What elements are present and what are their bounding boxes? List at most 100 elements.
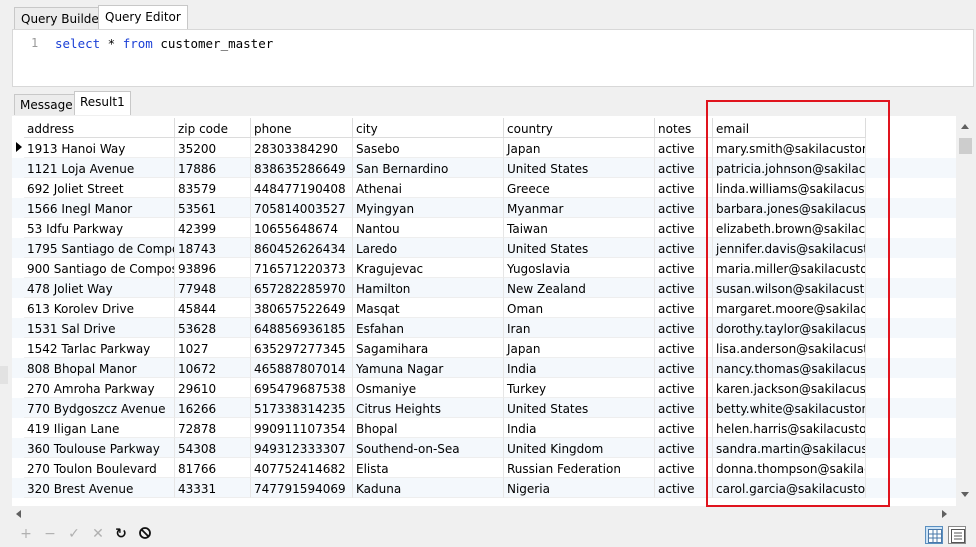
column-header-phone[interactable]: phone bbox=[251, 118, 353, 138]
cell-city[interactable]: Sasebo bbox=[353, 138, 504, 158]
table-row[interactable]: 360 Toulouse Parkway 54308 949312333307 Sou… bbox=[12, 438, 956, 458]
cell-notes[interactable]: active bbox=[655, 178, 713, 198]
column-header-zip-code[interactable]: zip code bbox=[175, 118, 251, 138]
column-header-email[interactable]: email bbox=[713, 118, 866, 138]
cell-notes[interactable]: active bbox=[655, 298, 713, 318]
cell-phone[interactable]: 648856936185 bbox=[251, 318, 353, 338]
scroll-down-arrow-icon[interactable] bbox=[961, 492, 969, 497]
cell-zip-code[interactable]: 10672 bbox=[175, 358, 251, 378]
cell-zip-code[interactable]: 53561 bbox=[175, 198, 251, 218]
cell-country[interactable]: Iran bbox=[504, 318, 655, 338]
table-row[interactable]: 1531 Sal Drive 53628 648856936185 Esfahan Ir… bbox=[12, 318, 956, 338]
cell-email[interactable]: betty.white@sakilacustomer bbox=[713, 398, 866, 418]
cell-notes[interactable]: active bbox=[655, 198, 713, 218]
cell-email[interactable]: margaret.moore@sakilacust bbox=[713, 298, 866, 318]
cell-city[interactable]: Laredo bbox=[353, 238, 504, 258]
cell-notes[interactable]: active bbox=[655, 218, 713, 238]
cell-city[interactable]: Kragujevac bbox=[353, 258, 504, 278]
cell-email[interactable]: maria.miller@sakilacustome bbox=[713, 258, 866, 278]
plus-icon[interactable]: + bbox=[18, 526, 34, 542]
cell-email[interactable]: nancy.thomas@sakilacustor bbox=[713, 358, 866, 378]
table-row[interactable]: 613 Korolev Drive 45844 380657522649 Masqat… bbox=[12, 298, 956, 318]
cell-country[interactable]: Japan bbox=[504, 338, 655, 358]
table-row[interactable]: 1542 Tarlac Parkway 1027 635297277345 Sagam… bbox=[12, 338, 956, 358]
cell-city[interactable]: Osmaniye bbox=[353, 378, 504, 398]
cell-country[interactable]: India bbox=[504, 418, 655, 438]
cell-zip-code[interactable]: 81766 bbox=[175, 458, 251, 478]
cell-country[interactable]: Greece bbox=[504, 178, 655, 198]
cell-notes[interactable]: active bbox=[655, 138, 713, 158]
form-view-icon[interactable] bbox=[948, 526, 966, 544]
cell-zip-code[interactable]: 72878 bbox=[175, 418, 251, 438]
result-grid[interactable]: address zip code phone city country note… bbox=[12, 116, 956, 506]
cell-city[interactable]: Hamilton bbox=[353, 278, 504, 298]
cell-city[interactable]: Citrus Heights bbox=[353, 398, 504, 418]
grid-view-icon[interactable] bbox=[925, 526, 943, 544]
cell-zip-code[interactable]: 53628 bbox=[175, 318, 251, 338]
cell-city[interactable]: Myingyan bbox=[353, 198, 504, 218]
cell-country[interactable]: United States bbox=[504, 398, 655, 418]
cell-phone[interactable]: 705814003527 bbox=[251, 198, 353, 218]
scroll-right-arrow-icon[interactable] bbox=[942, 510, 947, 518]
cell-zip-code[interactable]: 54308 bbox=[175, 438, 251, 458]
cell-address[interactable]: 1913 Hanoi Way bbox=[24, 138, 175, 158]
cell-email[interactable]: susan.wilson@sakilacustom bbox=[713, 278, 866, 298]
scroll-left-arrow-icon[interactable] bbox=[16, 510, 21, 518]
cell-email[interactable]: donna.thompson@sakilacus bbox=[713, 458, 866, 478]
cell-country[interactable]: Russian Federation bbox=[504, 458, 655, 478]
table-row[interactable]: 1121 Loja Avenue 17886 838635286649 San Ber… bbox=[12, 158, 956, 178]
x-icon[interactable]: ✕ bbox=[90, 526, 106, 542]
splitter-handle[interactable] bbox=[0, 366, 8, 384]
cell-phone[interactable]: 716571220373 bbox=[251, 258, 353, 278]
cell-address[interactable]: 1121 Loja Avenue bbox=[24, 158, 175, 178]
cell-email[interactable]: patricia.johnson@sakilacust bbox=[713, 158, 866, 178]
cell-email[interactable]: mary.smith@sakilacustomer bbox=[713, 138, 866, 158]
cell-address[interactable]: 53 Idfu Parkway bbox=[24, 218, 175, 238]
cell-address[interactable]: 1795 Santiago de Compostela bbox=[24, 238, 175, 258]
cell-zip-code[interactable]: 1027 bbox=[175, 338, 251, 358]
cell-country[interactable]: Turkey bbox=[504, 378, 655, 398]
table-row[interactable]: 1566 Inegl Manor 53561 705814003527 Myingya… bbox=[12, 198, 956, 218]
table-row[interactable]: 770 Bydgoszcz Avenue 16266 517338314235 Cit… bbox=[12, 398, 956, 418]
cell-city[interactable]: Bhopal bbox=[353, 418, 504, 438]
cell-phone[interactable]: 635297277345 bbox=[251, 338, 353, 358]
minus-icon[interactable]: − bbox=[42, 526, 58, 542]
tab-query-builder[interactable]: Query Builder bbox=[14, 7, 111, 29]
table-row[interactable]: 1795 Santiago de Compostela1874386045262… bbox=[12, 238, 956, 258]
cell-email[interactable]: jennifer.davis@sakilacustom bbox=[713, 238, 866, 258]
cell-phone[interactable]: 949312333307 bbox=[251, 438, 353, 458]
cell-notes[interactable]: active bbox=[655, 478, 713, 498]
cell-city[interactable]: Nantou bbox=[353, 218, 504, 238]
cell-city[interactable]: Sagamihara bbox=[353, 338, 504, 358]
table-row[interactable]: 270 Amroha Parkway 29610 695479687538 Osman… bbox=[12, 378, 956, 398]
cell-phone[interactable]: 465887807014 bbox=[251, 358, 353, 378]
cell-address[interactable]: 270 Amroha Parkway bbox=[24, 378, 175, 398]
cell-address[interactable]: 1542 Tarlac Parkway bbox=[24, 338, 175, 358]
horizontal-scrollbar[interactable] bbox=[12, 506, 956, 522]
vertical-scroll-thumb[interactable] bbox=[959, 138, 972, 154]
cell-notes[interactable]: active bbox=[655, 358, 713, 378]
cell-phone[interactable]: 695479687538 bbox=[251, 378, 353, 398]
cell-email[interactable]: elizabeth.brown@sakilacust bbox=[713, 218, 866, 238]
cell-zip-code[interactable]: 18743 bbox=[175, 238, 251, 258]
cell-notes[interactable]: active bbox=[655, 378, 713, 398]
cell-zip-code[interactable]: 77948 bbox=[175, 278, 251, 298]
cell-address[interactable]: 692 Joliet Street bbox=[24, 178, 175, 198]
cell-notes[interactable]: active bbox=[655, 338, 713, 358]
column-header-city[interactable]: city bbox=[353, 118, 504, 138]
table-row[interactable]: 270 Toulon Boulevard 81766 407752414682 Eli… bbox=[12, 458, 956, 478]
sql-editor[interactable]: 1 select * from customer_master bbox=[12, 29, 974, 87]
table-row[interactable]: 900 Santiago de Compostela93896716571220… bbox=[12, 258, 956, 278]
cell-city[interactable]: Athenai bbox=[353, 178, 504, 198]
cell-zip-code[interactable]: 29610 bbox=[175, 378, 251, 398]
cell-zip-code[interactable]: 17886 bbox=[175, 158, 251, 178]
cell-phone[interactable]: 657282285970 bbox=[251, 278, 353, 298]
column-header-address[interactable]: address bbox=[24, 118, 175, 138]
cell-phone[interactable]: 407752414682 bbox=[251, 458, 353, 478]
cell-phone[interactable]: 517338314235 bbox=[251, 398, 353, 418]
cell-city[interactable]: Masqat bbox=[353, 298, 504, 318]
cell-email[interactable]: sandra.martin@sakilacuston bbox=[713, 438, 866, 458]
cell-city[interactable]: Yamuna Nagar bbox=[353, 358, 504, 378]
tab-result1[interactable]: Result1 bbox=[74, 91, 131, 115]
cell-zip-code[interactable]: 42399 bbox=[175, 218, 251, 238]
